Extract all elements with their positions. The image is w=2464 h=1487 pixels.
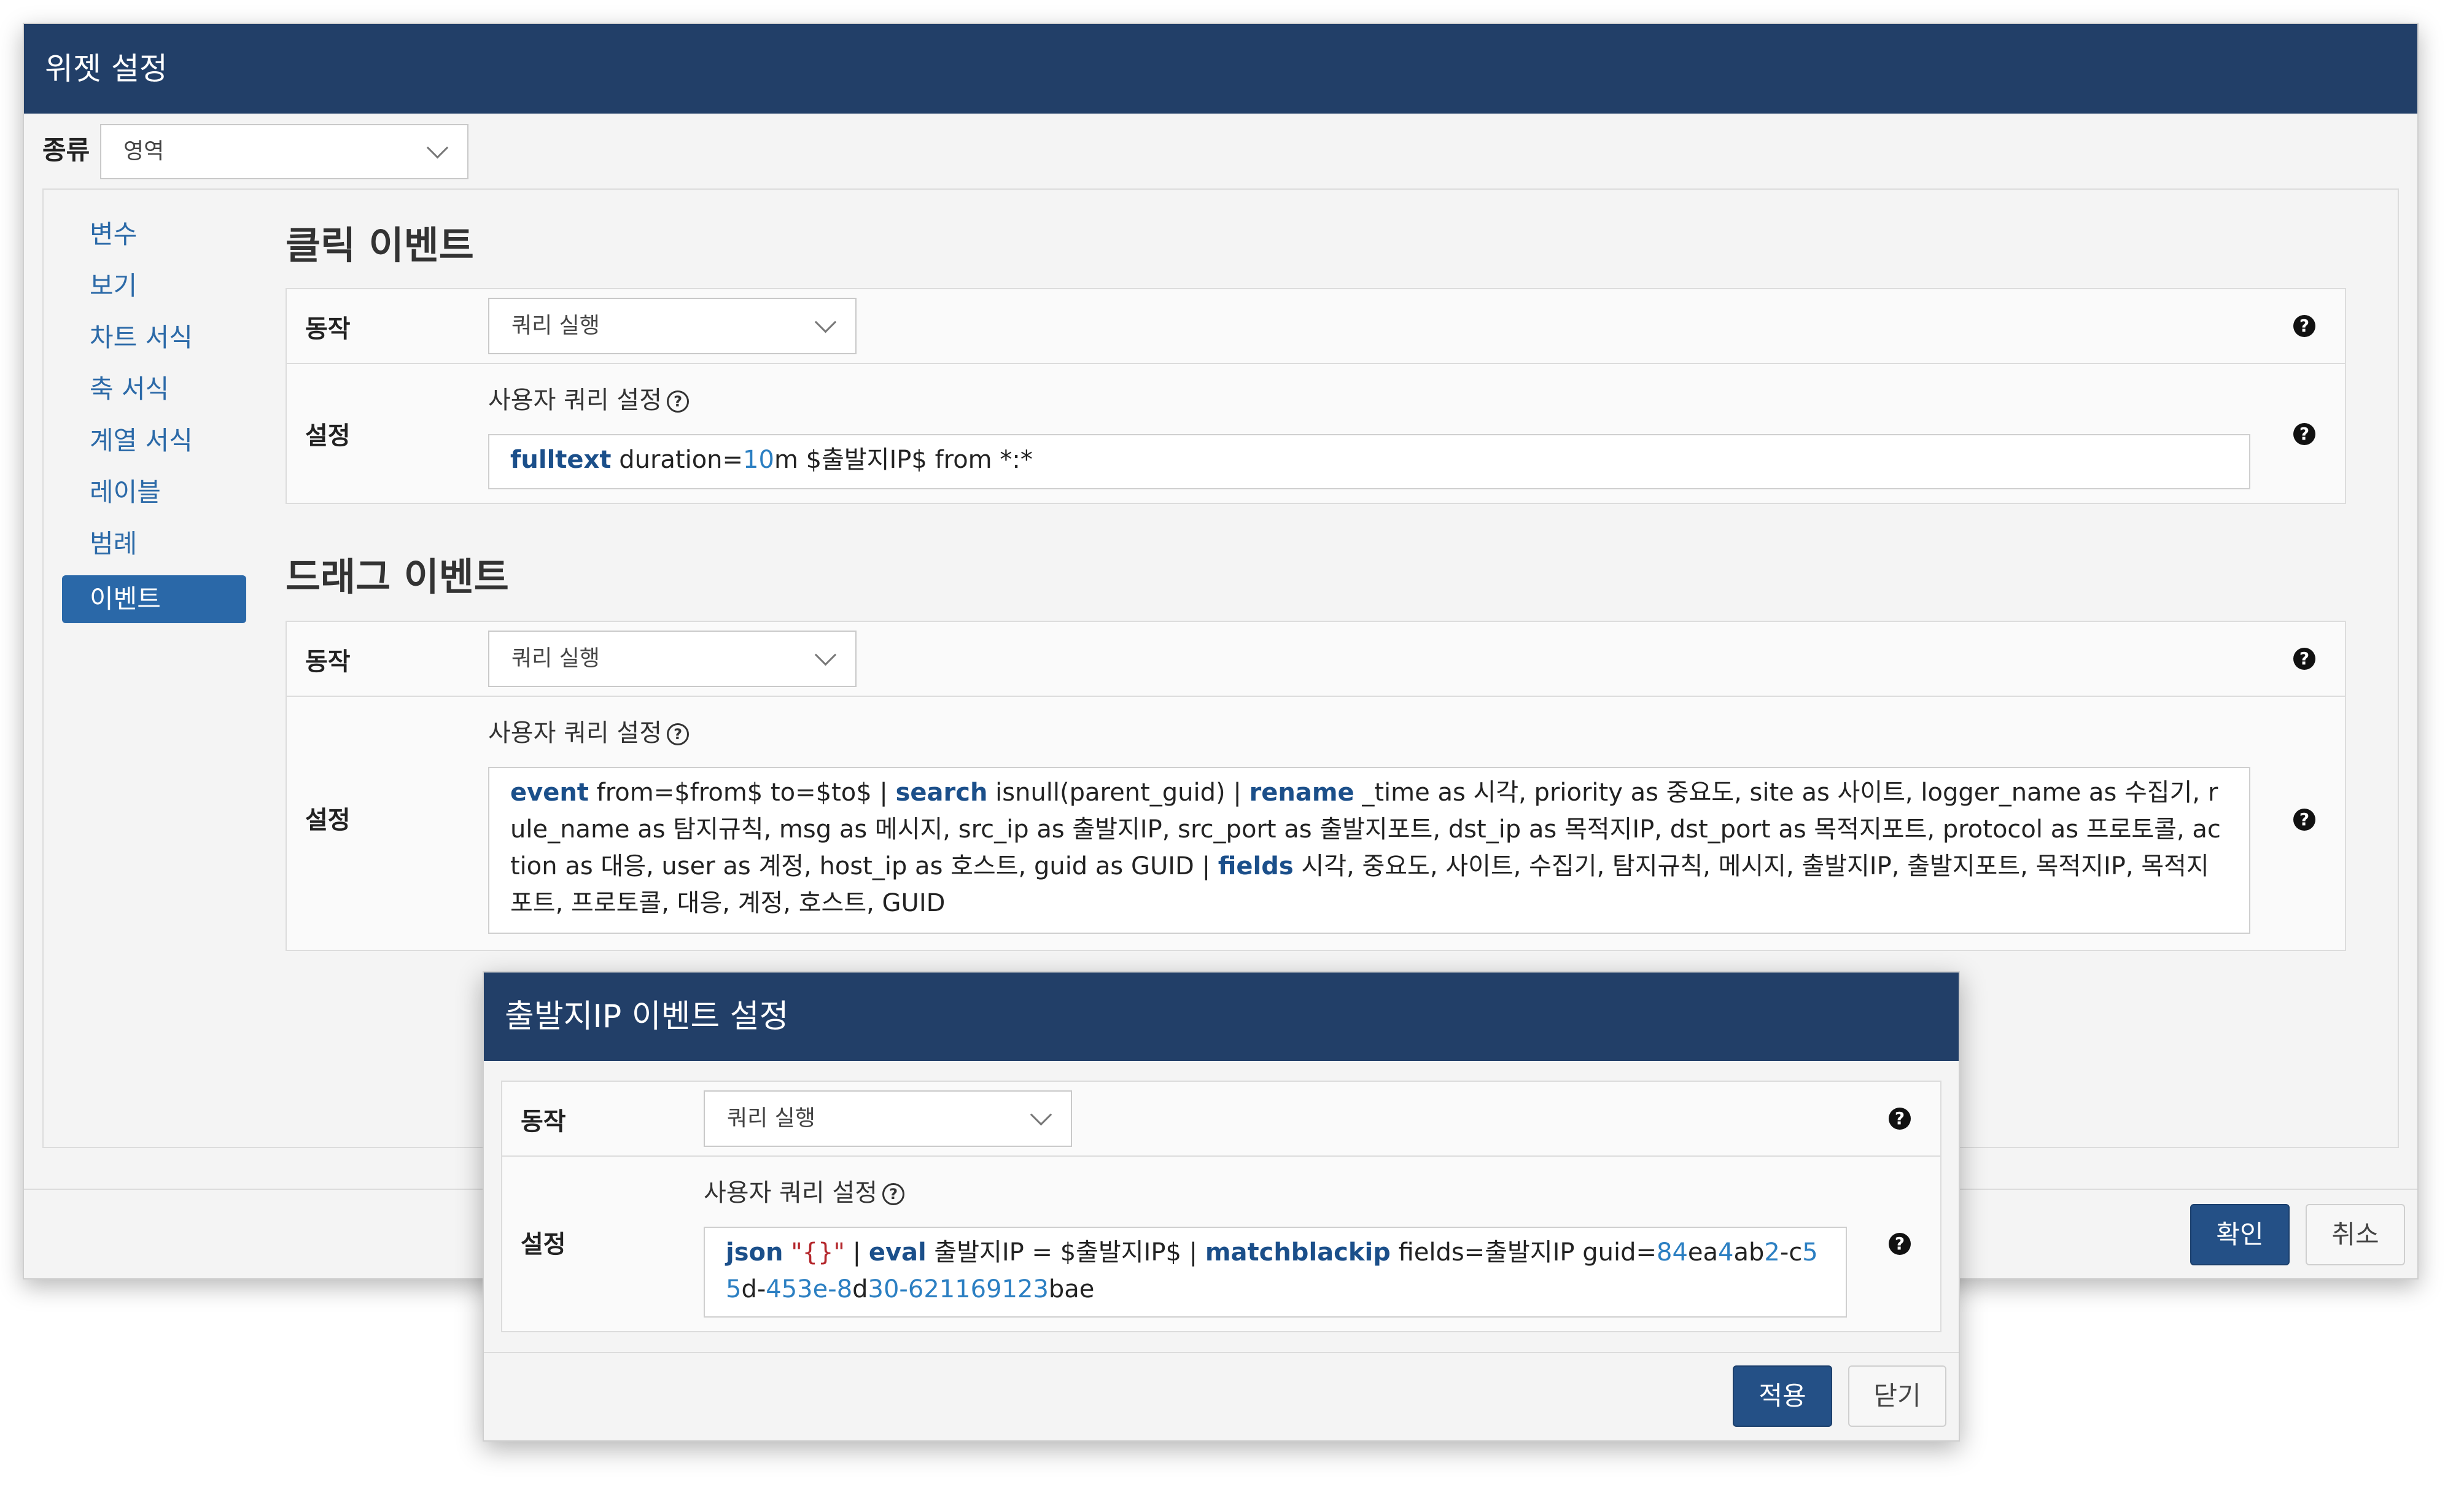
sub-user-query-text: 사용자 쿼리 설정 xyxy=(704,1179,878,1207)
drag-user-query-text: 사용자 쿼리 설정 xyxy=(488,719,663,747)
row-divider xyxy=(287,696,2345,697)
dialog-title: 위젯 설정 xyxy=(24,24,2417,114)
kind-label: 종류 xyxy=(42,135,90,165)
click-user-query-text: 사용자 쿼리 설정 xyxy=(488,386,663,414)
query-text: e- xyxy=(812,1275,837,1303)
question-circle-icon[interactable]: ? xyxy=(2293,809,2315,831)
click-event-table: 동작 쿼리 실행 ? 설정 사용자 쿼리 설정? ? fulltext dura… xyxy=(286,288,2346,504)
question-circle-icon[interactable]: ? xyxy=(882,1183,905,1205)
query-keyword: event xyxy=(510,778,589,807)
query-keyword: json xyxy=(726,1238,783,1267)
query-text: duration= xyxy=(611,446,744,474)
row-divider xyxy=(502,1155,1940,1157)
drag-user-query-label: 사용자 쿼리 설정? xyxy=(488,713,690,748)
query-string: "{}" xyxy=(791,1238,845,1267)
cancel-button[interactable]: 취소 xyxy=(2306,1204,2405,1265)
drag-event-title: 드래그 이벤트 xyxy=(286,554,509,599)
chevron-down-icon xyxy=(1030,1104,1052,1126)
question-circle-icon[interactable]: ? xyxy=(1889,1108,1911,1130)
query-text: | xyxy=(844,1238,869,1267)
chevron-down-icon xyxy=(814,311,837,333)
query-keyword: eval xyxy=(868,1238,927,1267)
click-action-select[interactable]: 쿼리 실행 xyxy=(488,298,857,354)
nav-item-label[interactable]: 레이블 xyxy=(62,468,246,516)
query-number: 8 xyxy=(836,1275,853,1303)
query-text: d xyxy=(852,1275,868,1303)
query-text: from=$from$ to=$to$ | xyxy=(588,778,896,807)
click-action-value: 쿼리 실행 xyxy=(511,313,600,338)
sub-query-input[interactable]: json "{}" | eval 출발지IP = $출발지IP$ | match… xyxy=(704,1227,1847,1318)
question-circle-icon[interactable]: ? xyxy=(1889,1233,1911,1255)
click-user-query-label: 사용자 쿼리 설정? xyxy=(488,380,690,416)
drag-action-value: 쿼리 실행 xyxy=(511,646,600,671)
sub-action-select[interactable]: 쿼리 실행 xyxy=(704,1090,1072,1147)
sub-settings-label: 설정 xyxy=(521,1230,566,1259)
kind-select[interactable]: 영역 xyxy=(100,124,468,179)
sub-action-value: 쿼리 실행 xyxy=(727,1106,815,1131)
sub-dialog-title: 출발지IP 이벤트 설정 xyxy=(484,973,1959,1061)
nav-item-view[interactable]: 보기 xyxy=(62,262,246,310)
click-event-title: 클릭 이벤트 xyxy=(286,223,474,268)
query-number: 2 xyxy=(1764,1238,1780,1267)
query-text: ab xyxy=(1733,1238,1765,1267)
close-button[interactable]: 닫기 xyxy=(1848,1365,1946,1427)
query-text xyxy=(783,1238,791,1267)
footer-divider xyxy=(484,1352,1959,1353)
query-keyword: fields xyxy=(1218,852,1294,880)
nav-item-event[interactable]: 이벤트 xyxy=(62,575,246,623)
question-circle-icon[interactable]: ? xyxy=(2293,315,2315,337)
query-text: -c xyxy=(1779,1238,1803,1267)
click-query-input[interactable]: fulltext duration=10m $출발지IP$ from *:* xyxy=(488,434,2250,489)
drag-event-table: 동작 쿼리 실행 ? 설정 사용자 쿼리 설정? ? event from=$f… xyxy=(286,621,2346,951)
nav-item-variables[interactable]: 변수 xyxy=(62,211,246,258)
nav-item-series-format[interactable]: 계열 서식 xyxy=(62,417,246,465)
sub-user-query-label: 사용자 쿼리 설정? xyxy=(704,1173,905,1208)
click-settings-label: 설정 xyxy=(305,422,351,450)
query-keyword: matchblackip xyxy=(1205,1238,1391,1267)
query-text: isnull(parent_guid) | xyxy=(987,778,1249,807)
query-number: 84 xyxy=(1657,1238,1688,1267)
query-keyword: rename xyxy=(1249,778,1354,807)
kind-select-value: 영역 xyxy=(123,139,165,164)
nav-item-chart-format[interactable]: 차트 서식 xyxy=(62,314,246,362)
query-number: 453 xyxy=(766,1275,813,1303)
chevron-down-icon xyxy=(426,137,449,159)
nav-item-axis-format[interactable]: 축 서식 xyxy=(62,365,246,413)
question-circle-icon[interactable]: ? xyxy=(667,390,690,413)
drag-action-label: 동작 xyxy=(305,648,351,676)
query-text: fields=출발지IP guid= xyxy=(1390,1238,1657,1267)
question-circle-icon[interactable]: ? xyxy=(667,723,690,745)
apply-button[interactable]: 적용 xyxy=(1733,1365,1832,1427)
drag-query-input[interactable]: event from=$from$ to=$to$ | search isnul… xyxy=(488,767,2250,934)
nav-item-legend[interactable]: 범례 xyxy=(62,520,246,568)
query-number: 10 xyxy=(743,446,774,474)
query-text: d- xyxy=(741,1275,766,1303)
query-text: m $출발지IP$ from *:* xyxy=(774,446,1033,474)
drag-action-select[interactable]: 쿼리 실행 xyxy=(488,631,857,687)
question-circle-icon[interactable]: ? xyxy=(2293,648,2315,670)
query-number: 30-621169123 xyxy=(868,1275,1049,1303)
query-keyword: fulltext xyxy=(510,446,612,474)
query-text: ea xyxy=(1687,1238,1719,1267)
query-text: 출발지IP = $출발지IP$ | xyxy=(926,1238,1205,1267)
chevron-down-icon xyxy=(814,644,837,666)
query-number: 4 xyxy=(1718,1238,1734,1267)
sub-event-table: 동작 쿼리 실행 ? 설정 사용자 쿼리 설정? ? json "{}" | e… xyxy=(501,1081,1941,1332)
source-ip-event-dialog: 출발지IP 이벤트 설정 동작 쿼리 실행 ? 설정 사용자 쿼리 설정? ? … xyxy=(483,971,1960,1442)
row-divider xyxy=(287,363,2345,364)
question-circle-icon[interactable]: ? xyxy=(2293,423,2315,445)
sub-action-label: 동작 xyxy=(521,1108,566,1136)
query-keyword: search xyxy=(895,778,988,807)
confirm-button[interactable]: 확인 xyxy=(2190,1204,2290,1265)
click-action-label: 동작 xyxy=(305,315,351,343)
drag-settings-label: 설정 xyxy=(305,806,351,834)
query-text: bae xyxy=(1048,1275,1095,1303)
